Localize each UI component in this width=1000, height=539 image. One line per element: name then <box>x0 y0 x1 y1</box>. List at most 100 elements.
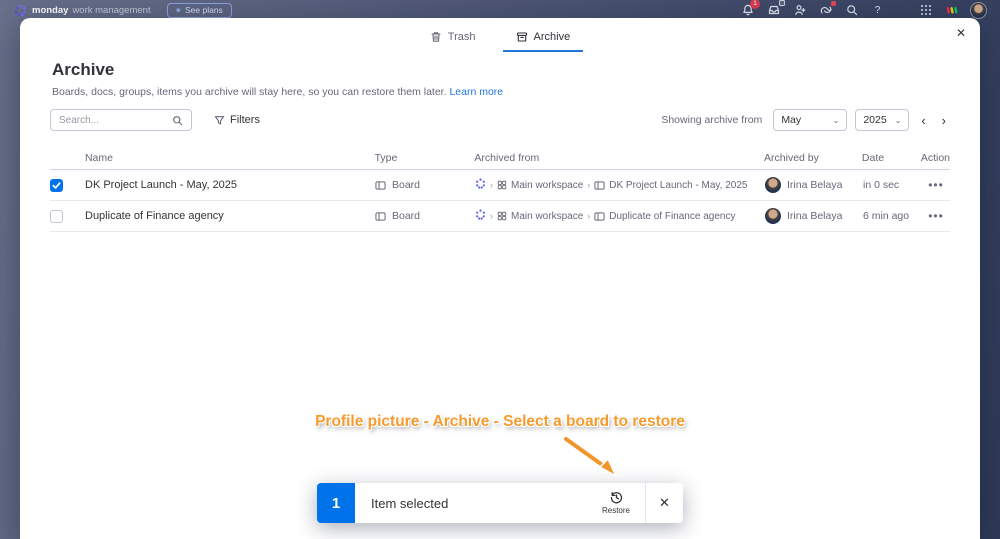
toolbar-close-button[interactable]: ✕ <box>646 483 683 523</box>
archived-date: in 0 sec <box>863 179 900 191</box>
invite-members-button[interactable] <box>793 4 806 17</box>
breadcrumb-separator: › <box>490 211 493 221</box>
tutorial-annotation: Profile picture - Archive - Select a boa… <box>315 413 685 430</box>
person-add-icon <box>794 5 805 15</box>
column-header-name: Name <box>84 151 113 164</box>
item-type: Board <box>375 179 475 191</box>
column-header-archived-from: Archived from <box>474 151 540 164</box>
see-plans-label: See plans <box>184 4 223 15</box>
monday-mini-clover-icon <box>475 209 486 223</box>
selected-count: 1 <box>317 483 355 523</box>
annotation-arrow-icon <box>562 435 618 478</box>
updates-badge <box>831 0 836 6</box>
row-checkbox[interactable] <box>50 178 63 192</box>
trash-archive-tabs: Trash Archive <box>20 26 980 52</box>
grid-menu-icon <box>920 5 931 15</box>
archive-table: Name Type Archived from Archived by Date… <box>50 146 950 232</box>
profile-avatar[interactable] <box>971 2 986 18</box>
month-value: May <box>781 114 802 126</box>
breadcrumb-separator: › <box>587 211 591 221</box>
archive-modal: ✕ Trash Archive Archive Boards, docs, gr… <box>20 18 980 539</box>
board-name: DK Project Launch - May, 2025 <box>609 179 748 191</box>
year-value: 2025 <box>863 114 887 126</box>
search-input[interactable] <box>59 114 172 126</box>
restore-button[interactable]: Restore <box>587 483 645 523</box>
brand-name: monday <box>32 4 69 16</box>
see-plans-button[interactable]: ◈ See plans <box>166 2 232 18</box>
tab-trash-label: Trash <box>447 31 476 43</box>
workspace-name: Main workspace <box>511 210 584 222</box>
notifications-button[interactable]: 1 <box>741 0 760 17</box>
inbox-button[interactable] <box>767 0 785 17</box>
funnel-icon <box>214 115 225 125</box>
monday-mini-clover-icon <box>475 178 486 192</box>
description-text: Boards, docs, groups, items you archive … <box>52 86 447 98</box>
more-options-icon[interactable]: ••• <box>928 209 944 223</box>
type-label: Board <box>392 210 421 222</box>
date-filter-group: Showing archive from May ⌄ 2025 ⌄ ‹ › <box>661 109 950 131</box>
item-name[interactable]: Duplicate of Finance agency <box>85 210 375 222</box>
archived-by: Irina Belaya <box>765 208 863 224</box>
chevron-down-icon: ⌄ <box>832 115 840 125</box>
question-icon: ? <box>874 4 881 16</box>
inbox-badge <box>779 0 785 6</box>
item-type: Board <box>375 210 475 222</box>
month-select[interactable]: May ⌄ <box>773 109 848 131</box>
table-row: DK Project Launch - May, 2025 Board › Ma… <box>50 170 950 201</box>
controls-row: Filters Showing archive from May ⌄ 2025 … <box>50 108 950 132</box>
user-avatar <box>765 177 781 193</box>
year-select[interactable]: 2025 ⌄ <box>855 109 910 131</box>
archived-from-breadcrumb[interactable]: › Main workspace › Duplicate of Finance … <box>475 209 765 223</box>
apps-grid-button[interactable] <box>919 4 932 17</box>
notification-badge: 1 <box>750 0 760 9</box>
tab-archive[interactable]: Archive <box>502 26 584 52</box>
search-box[interactable] <box>50 109 192 131</box>
item-name[interactable]: DK Project Launch - May, 2025 <box>85 179 375 191</box>
page-description: Boards, docs, groups, items you archive … <box>52 86 503 98</box>
learn-more-link[interactable]: Learn more <box>449 86 503 98</box>
column-header-action: Action <box>920 151 950 164</box>
workspace-icon <box>497 180 507 190</box>
restore-label: Restore <box>601 506 630 515</box>
archived-from-breadcrumb[interactable]: › Main workspace › DK Project Launch - M… <box>475 178 765 192</box>
gem-icon: ◈ <box>175 6 181 14</box>
column-header-archived-by: Archived by <box>764 151 819 164</box>
user-avatar <box>765 208 781 224</box>
prev-month-button[interactable]: ‹ <box>917 114 929 127</box>
filters-button[interactable]: Filters <box>214 114 260 126</box>
product-switcher-logo[interactable] <box>945 4 958 17</box>
type-label: Board <box>392 179 421 191</box>
table-row: Duplicate of Finance agency Board › Main… <box>50 201 950 232</box>
table-header-row: Name Type Archived from Archived by Date… <box>50 146 950 170</box>
updates-feed-button[interactable] <box>819 0 836 17</box>
user-name: Irina Belaya <box>787 210 843 222</box>
row-checkbox[interactable] <box>50 209 63 223</box>
selection-toolbar: 1 Item selected Restore ✕ <box>317 483 683 523</box>
restore-history-icon <box>610 491 622 504</box>
page-title: Archive <box>52 60 115 79</box>
search-button[interactable] <box>845 4 858 17</box>
inbox-icon <box>768 5 779 15</box>
board-icon <box>375 180 386 190</box>
check-icon <box>52 181 61 189</box>
search-icon <box>173 115 183 125</box>
archived-date: 6 min ago <box>863 210 910 222</box>
help-button[interactable]: ? <box>871 4 884 17</box>
archived-by: Irina Belaya <box>765 177 863 193</box>
chevron-down-icon: ⌄ <box>894 115 902 125</box>
selection-label: Item selected <box>371 495 449 511</box>
filters-label: Filters <box>230 114 260 126</box>
top-app-bar: monday work management ◈ See plans 1 ? <box>0 0 1000 20</box>
more-options-icon[interactable]: ••• <box>928 178 944 192</box>
workspace-icon <box>497 211 507 221</box>
workspace-name: Main workspace <box>511 179 584 191</box>
tab-trash[interactable]: Trash <box>417 26 489 52</box>
next-month-button[interactable]: › <box>938 114 950 127</box>
board-name: Duplicate of Finance agency <box>609 210 736 222</box>
board-icon <box>594 211 605 221</box>
monday-mini-logo-icon <box>946 7 957 14</box>
breadcrumb-separator: › <box>490 180 493 190</box>
tab-archive-label: Archive <box>533 31 571 43</box>
search-icon <box>846 5 857 16</box>
topbar-actions: 1 ? <box>741 0 986 18</box>
